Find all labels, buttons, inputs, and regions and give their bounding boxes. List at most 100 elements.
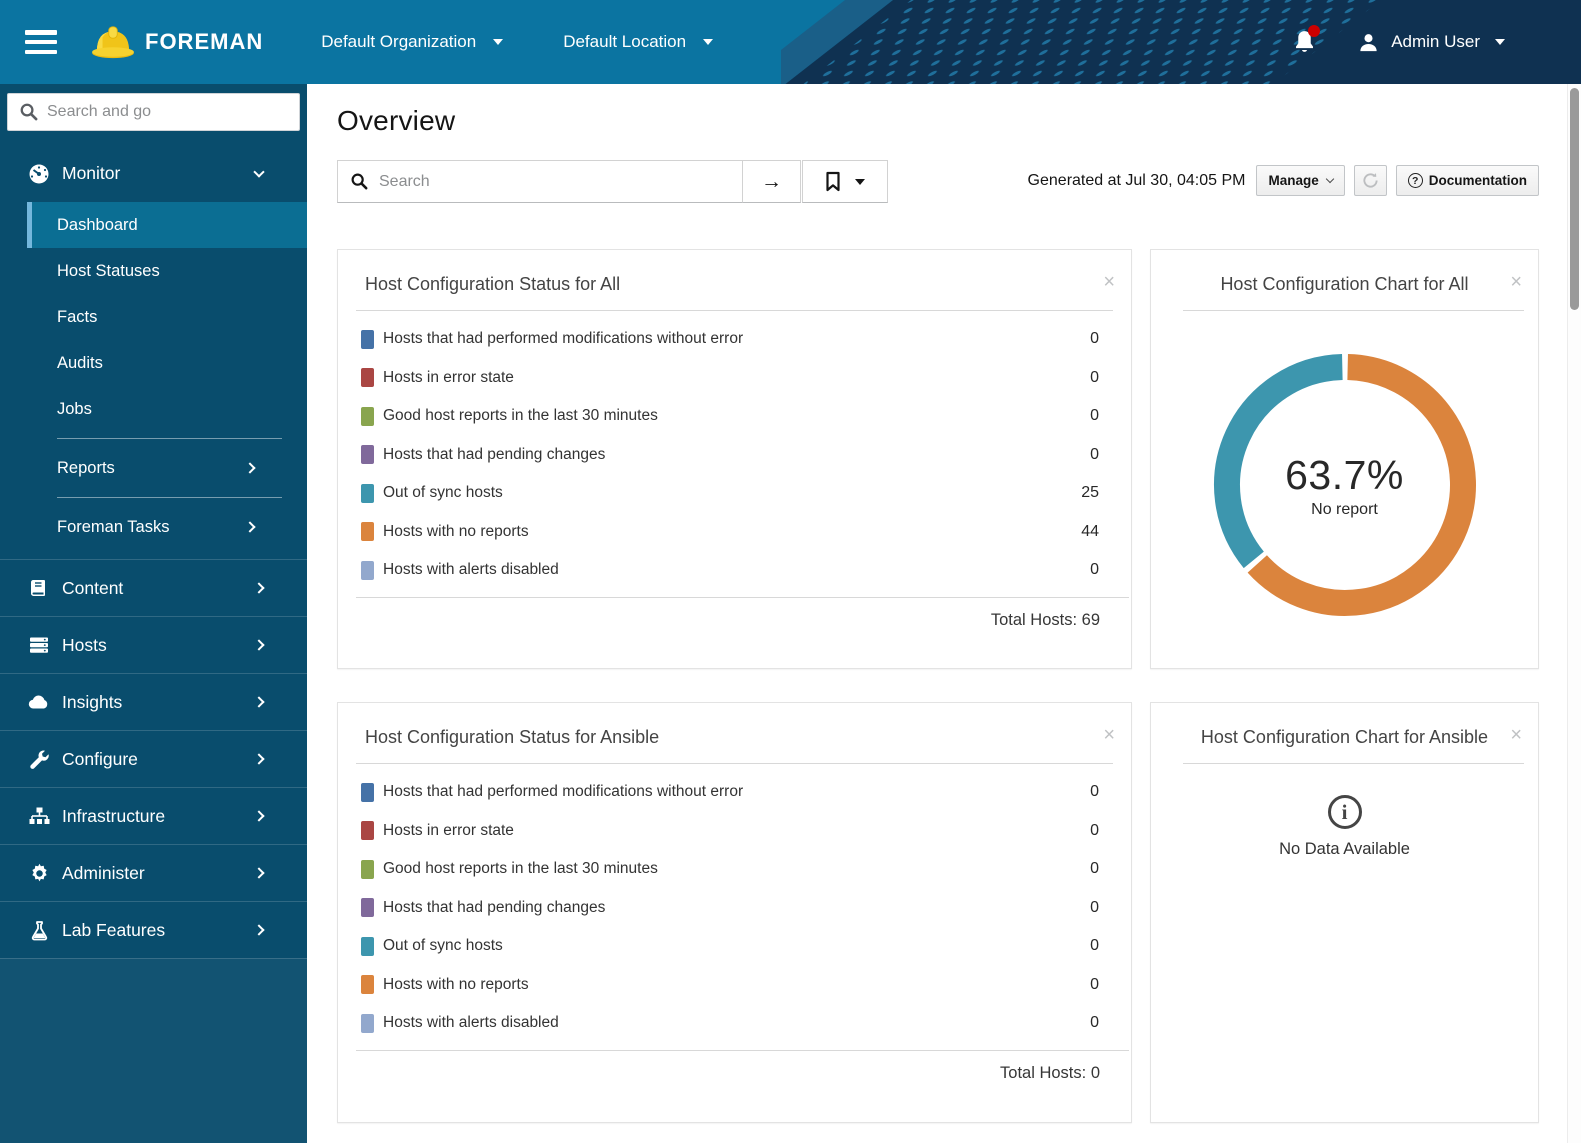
chevron-down-icon bbox=[253, 165, 265, 178]
sidebar-item-insights[interactable]: Insights bbox=[0, 673, 307, 730]
caret-down-icon bbox=[703, 39, 714, 45]
chevron-right-icon bbox=[253, 810, 265, 822]
sidebar-item-configure[interactable]: Configure bbox=[0, 730, 307, 787]
sidebar-item-content[interactable]: Content bbox=[0, 559, 307, 616]
status-row[interactable]: Hosts that had pending changes 0 bbox=[338, 436, 1131, 475]
sidebar-item-hosts[interactable]: Hosts bbox=[0, 616, 307, 673]
status-swatch bbox=[361, 483, 374, 503]
status-swatch bbox=[361, 368, 374, 388]
bookmark-icon bbox=[825, 171, 841, 192]
card-title: Host Configuration Status for All bbox=[365, 274, 621, 294]
status-row[interactable]: Hosts that had performed modifications w… bbox=[338, 320, 1131, 359]
status-row[interactable]: Out of sync hosts 25 bbox=[338, 474, 1131, 513]
chevron-right-icon bbox=[253, 696, 265, 708]
status-row[interactable]: Hosts with alerts disabled 0 bbox=[338, 551, 1131, 590]
sidebar-subitem-reports[interactable]: Reports bbox=[27, 445, 307, 491]
sidebar-item-lab-features[interactable]: Lab Features bbox=[0, 901, 307, 958]
status-swatch bbox=[361, 821, 374, 841]
status-row[interactable]: Hosts with no reports 0 bbox=[338, 966, 1131, 1005]
close-icon[interactable]: × bbox=[1103, 272, 1115, 292]
sidebar-item-label: Hosts bbox=[62, 634, 107, 655]
chevron-right-icon bbox=[253, 753, 265, 765]
status-row[interactable]: Hosts with alerts disabled 0 bbox=[338, 1004, 1131, 1043]
status-swatch bbox=[361, 898, 374, 918]
donut-center-value: 63.7% bbox=[1285, 451, 1404, 498]
sidebar-subitem-jobs[interactable]: Jobs bbox=[27, 386, 307, 432]
close-icon[interactable]: × bbox=[1103, 725, 1115, 745]
card-title: Host Configuration Status for Ansible bbox=[365, 727, 660, 747]
sidebar-subitem-dashboard[interactable]: Dashboard bbox=[27, 202, 307, 248]
refresh-button[interactable] bbox=[1353, 165, 1387, 196]
documentation-button[interactable]: ? Documentation bbox=[1395, 165, 1539, 196]
no-data-message: No Data Available bbox=[1279, 840, 1410, 858]
sidebar-search-input[interactable] bbox=[7, 93, 300, 131]
dashboard-grid: Host Configuration Status for All × Host… bbox=[337, 249, 1539, 1123]
search-bar: → bbox=[337, 160, 888, 203]
caret-down-icon bbox=[1495, 39, 1505, 45]
donut-center-label: No report bbox=[1311, 500, 1378, 518]
chevron-down-icon bbox=[1325, 174, 1334, 184]
hamburger-icon bbox=[25, 30, 57, 35]
user-menu-label: Admin User bbox=[1391, 32, 1480, 51]
status-swatch bbox=[361, 406, 374, 426]
administer-icon bbox=[27, 863, 51, 884]
subnav-divider bbox=[57, 497, 282, 498]
chevron-right-icon bbox=[244, 462, 256, 474]
close-icon[interactable]: × bbox=[1510, 725, 1522, 745]
organization-selector[interactable]: Default Organization bbox=[321, 32, 504, 52]
status-row[interactable]: Hosts that had pending changes 0 bbox=[338, 889, 1131, 928]
chevron-right-icon bbox=[244, 521, 256, 533]
refresh-icon bbox=[1362, 172, 1379, 189]
user-menu[interactable]: Admin User bbox=[1357, 31, 1505, 54]
notification-dot bbox=[1308, 24, 1321, 37]
manage-dropdown-button[interactable]: Manage bbox=[1256, 165, 1345, 196]
sidebar-subitem-host-statuses[interactable]: Host Statuses bbox=[27, 248, 307, 294]
sidebar: Monitor Dashboard Host Statuses Facts Au… bbox=[0, 84, 307, 1143]
masthead: FOREMAN Default Organization Default Loc… bbox=[0, 0, 1581, 84]
status-row[interactable]: Good host reports in the last 30 minutes… bbox=[338, 850, 1131, 889]
status-row[interactable]: Hosts in error state 0 bbox=[338, 812, 1131, 851]
status-row[interactable]: Hosts that had performed modifications w… bbox=[338, 773, 1131, 812]
caret-down-icon bbox=[493, 39, 504, 45]
status-row[interactable]: Good host reports in the last 30 minutes… bbox=[338, 397, 1131, 436]
brand-logo[interactable]: FOREMAN bbox=[90, 23, 263, 61]
content-icon bbox=[27, 578, 51, 598]
location-selector[interactable]: Default Location bbox=[563, 32, 714, 52]
sidebar-item-infrastructure[interactable]: Infrastructure bbox=[0, 787, 307, 844]
search-submit-button[interactable]: → bbox=[742, 160, 801, 203]
card-host-config-chart-all: Host Configuration Chart for All × 63.7%… bbox=[1150, 249, 1539, 669]
notifications-button[interactable] bbox=[1292, 24, 1321, 56]
sidebar-search bbox=[7, 93, 300, 131]
sidebar-subitem-foreman-tasks[interactable]: Foreman Tasks bbox=[27, 504, 307, 550]
nav-toggle-button[interactable] bbox=[25, 30, 57, 54]
donut-chart[interactable]: 63.7% No report bbox=[1205, 345, 1485, 625]
bookmark-dropdown-button[interactable] bbox=[802, 160, 888, 203]
configure-icon bbox=[27, 749, 51, 770]
foreman-logo-icon bbox=[90, 23, 136, 61]
generated-at-text: Generated at Jul 30, 04:05 PM bbox=[1027, 171, 1246, 189]
sidebar-item-label: Monitor bbox=[62, 163, 121, 183]
sidebar-item-administer[interactable]: Administer bbox=[0, 844, 307, 901]
search-icon bbox=[350, 172, 368, 190]
status-row[interactable]: Hosts with no reports 44 bbox=[338, 513, 1131, 552]
lab-features-icon bbox=[27, 920, 51, 941]
card-host-config-status-all: Host Configuration Status for All × Host… bbox=[337, 249, 1132, 669]
monitor-subnav: Dashboard Host Statuses Facts Audits Job… bbox=[27, 202, 307, 550]
close-icon[interactable]: × bbox=[1510, 272, 1522, 292]
sidebar-subitem-audits[interactable]: Audits bbox=[27, 340, 307, 386]
sidebar-item-label: Insights bbox=[62, 691, 123, 712]
total-hosts: Total Hosts: 0 bbox=[1000, 1063, 1100, 1082]
caret-down-icon bbox=[855, 178, 865, 185]
chevron-right-icon bbox=[253, 639, 265, 651]
page-title: Overview bbox=[337, 105, 456, 136]
scrollbar-thumb[interactable] bbox=[1570, 88, 1579, 310]
status-swatch bbox=[361, 936, 374, 956]
search-input[interactable] bbox=[337, 160, 742, 203]
sidebar-subitem-facts[interactable]: Facts bbox=[27, 294, 307, 340]
status-swatch bbox=[361, 782, 374, 802]
page-scrollbar[interactable] bbox=[1567, 84, 1581, 1143]
status-swatch bbox=[361, 522, 374, 542]
status-row[interactable]: Out of sync hosts 0 bbox=[338, 927, 1131, 966]
sidebar-item-monitor[interactable]: Monitor bbox=[0, 145, 307, 202]
status-row[interactable]: Hosts in error state 0 bbox=[338, 359, 1131, 398]
